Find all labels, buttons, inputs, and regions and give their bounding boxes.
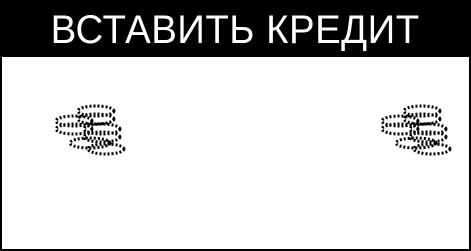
screen-title: ВСТАВИТЬ КРЕДИТ: [50, 7, 420, 52]
title-bar: ВСТАВИТЬ КРЕДИТ: [2, 2, 469, 57]
coin-stack-icon: [380, 104, 452, 156]
coin-stack-icon: [54, 104, 126, 156]
credit-screen: ВСТАВИТЬ КРЕДИТ: [0, 0, 471, 251]
